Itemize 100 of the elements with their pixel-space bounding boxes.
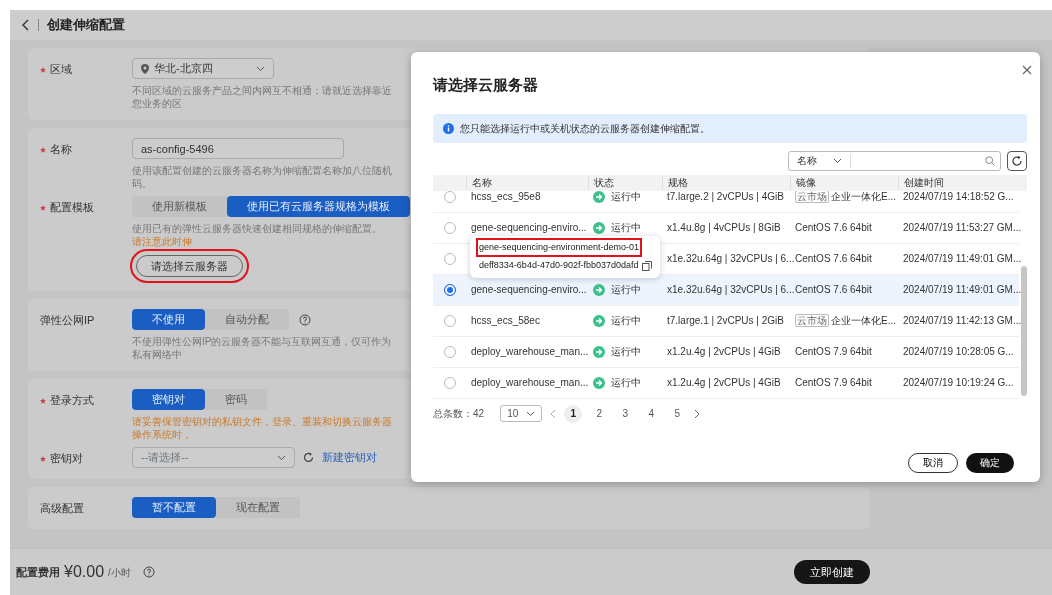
- warning-text: 请注意此时伸: [132, 236, 192, 247]
- status-text: 运行中: [611, 221, 641, 235]
- market-tag: 云市场: [795, 190, 829, 203]
- option-tab[interactable]: 密钥对: [132, 389, 205, 410]
- spec-text: x1.2u.4g | 2vCPUs | 4GiB: [667, 377, 781, 388]
- column-header: 状态: [588, 176, 662, 189]
- table-row[interactable]: gene-sequencing-enviro... 运行中 x1e.32u.64g | 32vCPUs | 6...CentOS 7.6 64bit 2024/07/19 11:49:01 GM...: [433, 274, 1019, 306]
- field-label: 名称: [50, 143, 72, 155]
- dialog-title: 请选择云服务器: [433, 75, 539, 95]
- radio-button[interactable]: [443, 252, 456, 265]
- page-size-select[interactable]: 10: [500, 405, 543, 422]
- option-tab[interactable]: 暂不配置: [132, 497, 216, 518]
- page-number[interactable]: 2: [590, 404, 609, 423]
- option-tab[interactable]: 现在配置: [216, 497, 300, 518]
- created-time: 2024/07/19 11:53:27 GM...: [903, 222, 1022, 233]
- radio-button[interactable]: [443, 221, 456, 234]
- column-header: 创建时间: [898, 176, 1019, 189]
- radio-button[interactable]: [443, 345, 456, 358]
- field-label: 高级配置: [40, 502, 84, 514]
- image-text: 企业一体化E...: [831, 190, 896, 204]
- name-input[interactable]: as-config-5496: [132, 138, 344, 159]
- status-text: 运行中: [611, 190, 641, 204]
- chevron-down-icon: [526, 410, 536, 417]
- page-number[interactable]: 5: [668, 404, 687, 423]
- status-icon: [593, 221, 605, 234]
- column-header: 规格: [662, 176, 790, 189]
- scrollbar[interactable]: [1021, 265, 1027, 396]
- info-text: 您只能选择运行中或关机状态的云服务器创建伸缩配置。: [460, 121, 710, 136]
- search-field[interactable]: 名称: [788, 150, 1001, 171]
- radio-button[interactable]: [443, 376, 456, 389]
- page-title: 创建伸缩配置: [47, 16, 125, 35]
- spec-text: t7.large.2 | 2vCPUs | 4GiB: [667, 191, 784, 202]
- server-name: deploy_warehouse_man...: [471, 346, 589, 357]
- refresh-icon[interactable]: [303, 452, 314, 463]
- status-icon: [593, 345, 605, 358]
- page-number[interactable]: 3: [616, 404, 635, 423]
- status-icon: [593, 314, 605, 327]
- confirm-button[interactable]: 确定: [966, 452, 1014, 473]
- instance-id: deff8334-6b4d-47d0-902f-fbb037d0dafd: [479, 259, 639, 272]
- status-icon: [593, 376, 605, 389]
- next-page-icon[interactable]: [694, 408, 701, 419]
- back-icon[interactable]: [22, 19, 30, 31]
- price-text: ¥0.00: [64, 562, 105, 582]
- server-name: gene-sequencing-enviro...: [471, 284, 587, 295]
- server-name: hcss_ecs_58ec: [471, 315, 540, 326]
- field-label: 配置模板: [50, 201, 94, 213]
- unit-text: /小时: [108, 565, 131, 580]
- option-tab[interactable]: 不使用: [132, 309, 205, 330]
- chevron-down-icon: [277, 454, 286, 461]
- refresh-button[interactable]: [1007, 150, 1027, 171]
- server-name: gene-sequencing-enviro...: [471, 222, 587, 233]
- option-tab[interactable]: 使用新模板: [132, 196, 227, 217]
- table-row[interactable]: deploy_warehouse_man... 运行中 x1.2u.4g | 2vCPUs | 4GiB CentOS 7.9 64bit 2024/07/19 10:19:24 G...: [433, 367, 1019, 399]
- image-text: CentOS 7.9 64bit: [795, 376, 872, 390]
- region-select[interactable]: 华北-北京四: [132, 58, 274, 79]
- status-icon: [593, 283, 605, 296]
- created-time: 2024/07/19 11:49:01 GM...: [903, 253, 1022, 264]
- filter-select[interactable]: 名称: [789, 153, 851, 168]
- created-time: 2024/07/19 11:42:13 GM...: [903, 315, 1022, 326]
- radio-button[interactable]: [443, 283, 456, 296]
- hint-text: 不同区域的云服务产品之间内网互不相通；请就近选择靠近您业务的区: [132, 84, 393, 110]
- page-number[interactable]: 4: [642, 404, 661, 423]
- copy-icon[interactable]: [642, 260, 653, 271]
- close-button[interactable]: [1022, 65, 1032, 75]
- option-tab[interactable]: 密码: [205, 389, 267, 410]
- created-time: 2024/07/19 14:18:52 G...: [903, 191, 1014, 202]
- field-label: 密钥对: [50, 452, 83, 464]
- refresh-icon: [1012, 155, 1022, 166]
- warning-text: 请妥善保管密钥对的私钥文件，登录、重装和切换云服务器操作系统时，: [132, 415, 393, 441]
- status-icon: [593, 190, 605, 203]
- status-text: 运行中: [611, 283, 641, 297]
- table-row[interactable]: deploy_warehouse_man... 运行中 x1.2u.4g | 2vCPUs | 4GiB CentOS 7.9 64bit 2024/07/19 10:28:05 G...: [433, 336, 1019, 368]
- image-text: CentOS 7.6 64bit: [795, 221, 872, 235]
- radio-button[interactable]: [443, 314, 456, 327]
- field-label: 登录方式: [50, 394, 94, 406]
- status-text: 运行中: [611, 376, 641, 390]
- chevron-down-icon: [256, 65, 265, 72]
- status-text: 运行中: [611, 345, 641, 359]
- spec-text: x1.2u.4g | 2vCPUs | 4GiB: [667, 346, 781, 357]
- table-row[interactable]: hcss_ecs_58ec 运行中 t7.large.1 | 2vCPUs | 2GiB 云市场 企业一体化E... 2024/07/19 11:42:13 GM...: [433, 305, 1019, 337]
- create-button[interactable]: 立即创建: [794, 560, 870, 584]
- create-keypair-link[interactable]: 新建密钥对: [322, 449, 377, 466]
- hint-text: 使用该配置创建的云服务器名称为伸缩配置名称加八位随机码。: [132, 164, 393, 190]
- page-number[interactable]: 1: [564, 404, 583, 423]
- created-time: 2024/07/19 10:28:05 G...: [903, 346, 1014, 357]
- total-count: 总条数：42: [433, 407, 485, 421]
- close-icon: [1022, 65, 1032, 75]
- option-tab[interactable]: 使用已有云服务器规格为模板: [227, 196, 410, 217]
- help-icon: [142, 566, 155, 578]
- option-tab[interactable]: 自动分配: [205, 309, 289, 330]
- prev-page-icon[interactable]: [550, 408, 557, 419]
- cancel-button[interactable]: 取消: [908, 452, 958, 473]
- table-row[interactable]: hcss_ecs_95e8 运行中 t7.large.2 | 2vCPUs | 4GiB 云市场 企业一体化E... 2024/07/19 14:18:52 G...: [433, 190, 1019, 213]
- spec-text: x1e.32u.64g | 32vCPUs | 6...: [667, 284, 795, 295]
- field-label: 弹性公网IP: [40, 314, 95, 326]
- image-text: CentOS 7.6 64bit: [795, 252, 872, 266]
- info-icon: [443, 122, 454, 134]
- status-text: 运行中: [611, 314, 641, 328]
- spec-text: x1e.32u.64g | 32vCPUs | 6...: [667, 253, 795, 264]
- hint-text: 不使用弹性公网IP的云服务器不能与互联网互通，仅可作为私有网络中: [132, 335, 393, 361]
